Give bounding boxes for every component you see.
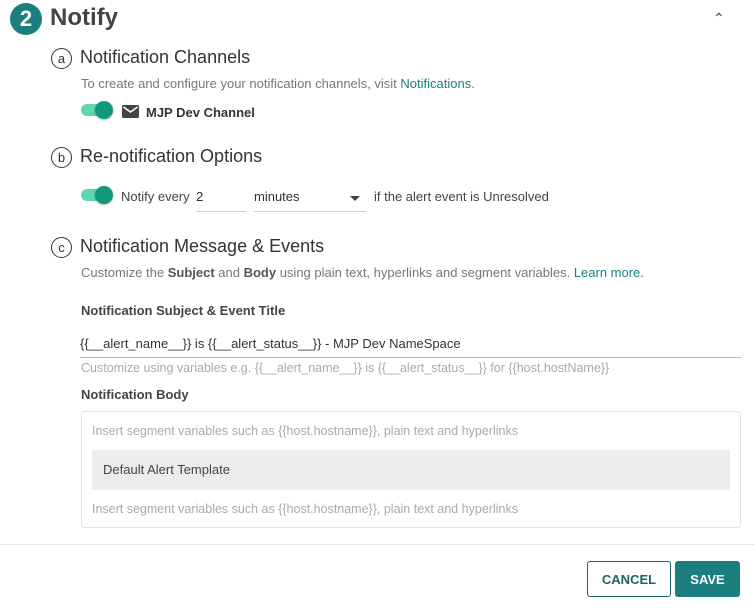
body-placeholder-bottom[interactable]: Insert segment variables such as {{host.… (92, 502, 518, 516)
body-placeholder-top[interactable]: Insert segment variables such as {{host.… (92, 424, 518, 438)
section-badge-c: c (51, 237, 72, 258)
t-subject: Subject (167, 265, 215, 280)
t1: Customize the (81, 265, 168, 280)
interval-unit-select[interactable]: minutes (254, 189, 366, 212)
page-title: Notify (50, 4, 118, 31)
channel-toggle[interactable] (81, 101, 113, 119)
dropdown-arrow-icon (350, 196, 360, 201)
t-body: Body (243, 265, 277, 280)
renotify-suffix: if the alert event is Unresolved (374, 189, 549, 204)
subject-helper-text: Customize using variables e.g. {{__alert… (81, 361, 610, 375)
cancel-button[interactable]: CANCEL (587, 561, 671, 597)
section-title-channels: Notification Channels (80, 47, 251, 67)
save-button[interactable]: SAVE (675, 561, 740, 597)
subject-input[interactable]: {{__alert_name__}} is {{__alert_status__… (80, 336, 741, 358)
section-badge-b: b (51, 147, 72, 168)
channels-description: To create and configure your notificatio… (81, 76, 475, 91)
section-title-renotify: Re-notification Options (80, 146, 263, 166)
learn-more-link[interactable]: Learn more. (574, 265, 644, 280)
default-alert-template[interactable]: Default Alert Template (92, 450, 730, 490)
message-description: Customize the Subject and Body using pla… (81, 265, 644, 280)
notifications-link[interactable]: Notifications (400, 76, 471, 91)
chevron-up-icon[interactable]: ⌃ (713, 10, 725, 27)
t3: using plain text, hyperlinks and segment… (276, 265, 574, 280)
channel-name: MJP Dev Channel (146, 105, 255, 120)
desc-end: . (471, 76, 475, 91)
footer-divider (0, 544, 754, 545)
unit-value: minutes (254, 189, 300, 204)
t2: and (214, 265, 244, 280)
notify-every-label: Notify every (121, 189, 190, 204)
section-badge-a: a (51, 48, 72, 69)
body-label: Notification Body (81, 387, 189, 402)
interval-input[interactable]: 2 (196, 189, 246, 212)
renotify-toggle[interactable] (81, 186, 113, 204)
subject-label: Notification Subject & Event Title (81, 303, 286, 318)
body-editor[interactable]: Insert segment variables such as {{host.… (81, 411, 741, 528)
section-title-message: Notification Message & Events (80, 236, 325, 256)
step-number-badge: 2 (10, 3, 42, 35)
mail-icon (122, 105, 139, 118)
channels-desc-text: To create and configure your notificatio… (81, 76, 401, 91)
